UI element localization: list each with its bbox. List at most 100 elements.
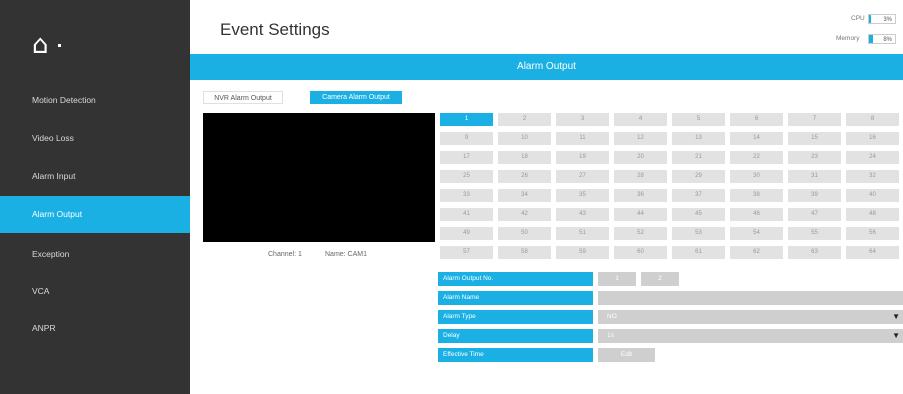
- channel-cell-22[interactable]: 22: [730, 151, 783, 164]
- delay-select[interactable]: 1s ▼: [598, 329, 903, 343]
- memory-value: 8%: [883, 37, 892, 43]
- sidebar: ⌂ Motion Detection Video Loss Alarm Inpu…: [0, 0, 190, 394]
- caret-down-icon: ▼: [892, 312, 900, 321]
- home-icon[interactable]: ⌂: [32, 30, 49, 60]
- sidebar-item-vca[interactable]: VCA: [0, 273, 190, 310]
- effective-time-label: Effective Time: [438, 348, 593, 362]
- channel-cell-35[interactable]: 35: [556, 189, 609, 202]
- alarm-output-no-label: Alarm Output No.: [438, 272, 593, 286]
- channel-cell-30[interactable]: 30: [730, 170, 783, 183]
- delay-label: Delay: [438, 329, 593, 343]
- channel-cell-48[interactable]: 48: [846, 208, 899, 221]
- channel-cell-37[interactable]: 37: [672, 189, 725, 202]
- channel-cell-23[interactable]: 23: [788, 151, 841, 164]
- channel-cell-16[interactable]: 16: [846, 132, 899, 145]
- channel-cell-6[interactable]: 6: [730, 113, 783, 126]
- channel-cell-24[interactable]: 24: [846, 151, 899, 164]
- channel-cell-32[interactable]: 32: [846, 170, 899, 183]
- cpu-usage-box: 3%: [868, 14, 896, 24]
- cpu-label: CPU: [851, 15, 865, 22]
- page-title: Event Settings: [220, 20, 330, 39]
- channel-cell-1[interactable]: 1: [440, 113, 493, 126]
- channel-cell-33[interactable]: 33: [440, 189, 493, 202]
- channel-cell-29[interactable]: 29: [672, 170, 725, 183]
- channel-cell-4[interactable]: 4: [614, 113, 667, 126]
- alarm-name-input[interactable]: [598, 291, 903, 305]
- edit-button[interactable]: Edit: [598, 348, 655, 362]
- alarm-type-select[interactable]: NO ▼: [598, 310, 903, 324]
- channel-cell-51[interactable]: 51: [556, 227, 609, 240]
- channel-cell-61[interactable]: 61: [672, 246, 725, 259]
- channel-cell-40[interactable]: 40: [846, 189, 899, 202]
- channel-cell-44[interactable]: 44: [614, 208, 667, 221]
- memory-usage-box: 8%: [868, 34, 896, 44]
- channel-cell-20[interactable]: 20: [614, 151, 667, 164]
- channel-cell-28[interactable]: 28: [614, 170, 667, 183]
- channel-cell-56[interactable]: 56: [846, 227, 899, 240]
- channel-cell-53[interactable]: 53: [672, 227, 725, 240]
- channel-cell-25[interactable]: 25: [440, 170, 493, 183]
- channel-cell-41[interactable]: 41: [440, 208, 493, 221]
- channel-cell-13[interactable]: 13: [672, 132, 725, 145]
- alarm-output-no-2-button[interactable]: 2: [641, 272, 679, 286]
- channel-cell-57[interactable]: 57: [440, 246, 493, 259]
- alarm-output-no-1-button[interactable]: 1: [598, 272, 636, 286]
- channel-cell-18[interactable]: 18: [498, 151, 551, 164]
- channel-cell-10[interactable]: 10: [498, 132, 551, 145]
- caret-down-icon: ▼: [892, 331, 900, 340]
- channel-cell-64[interactable]: 64: [846, 246, 899, 259]
- alarm-type-value: NO: [607, 313, 617, 320]
- channel-cell-54[interactable]: 54: [730, 227, 783, 240]
- channel-cell-5[interactable]: 5: [672, 113, 725, 126]
- channel-cell-34[interactable]: 34: [498, 189, 551, 202]
- channel-cell-59[interactable]: 59: [556, 246, 609, 259]
- channel-cell-31[interactable]: 31: [788, 170, 841, 183]
- channel-cell-60[interactable]: 60: [614, 246, 667, 259]
- channel-cell-19[interactable]: 19: [556, 151, 609, 164]
- delay-value: 1s: [607, 332, 614, 339]
- channel-cell-8[interactable]: 8: [846, 113, 899, 126]
- channel-cell-2[interactable]: 2: [498, 113, 551, 126]
- channel-cell-58[interactable]: 58: [498, 246, 551, 259]
- channel-cell-55[interactable]: 55: [788, 227, 841, 240]
- channel-cell-15[interactable]: 15: [788, 132, 841, 145]
- channel-cell-26[interactable]: 26: [498, 170, 551, 183]
- channel-cell-21[interactable]: 21: [672, 151, 725, 164]
- tab-camera-alarm-output[interactable]: Camera Alarm Output: [310, 91, 402, 104]
- channel-cell-39[interactable]: 39: [788, 189, 841, 202]
- channel-cell-62[interactable]: 62: [730, 246, 783, 259]
- channel-cell-43[interactable]: 43: [556, 208, 609, 221]
- sidebar-item-alarm-output[interactable]: Alarm Output: [0, 196, 190, 233]
- sidebar-item-video-loss[interactable]: Video Loss: [0, 120, 190, 157]
- memory-usage-bar: [869, 35, 873, 43]
- section-banner: Alarm Output: [190, 54, 903, 80]
- channel-cell-47[interactable]: 47: [788, 208, 841, 221]
- channel-cell-12[interactable]: 12: [614, 132, 667, 145]
- channel-cell-9[interactable]: 9: [440, 132, 493, 145]
- memory-label: Memory: [836, 35, 860, 42]
- channel-cell-52[interactable]: 52: [614, 227, 667, 240]
- sidebar-item-anpr[interactable]: ANPR: [0, 310, 190, 347]
- camera-name-label: Name: CAM1: [325, 251, 368, 258]
- channel-cell-11[interactable]: 11: [556, 132, 609, 145]
- channel-cell-17[interactable]: 17: [440, 151, 493, 164]
- channel-cell-42[interactable]: 42: [498, 208, 551, 221]
- channel-cell-38[interactable]: 38: [730, 189, 783, 202]
- alarm-name-label: Alarm Name: [438, 291, 593, 305]
- channel-cell-27[interactable]: 27: [556, 170, 609, 183]
- channel-cell-45[interactable]: 45: [672, 208, 725, 221]
- cpu-usage-bar: [869, 15, 871, 23]
- channel-cell-36[interactable]: 36: [614, 189, 667, 202]
- channel-cell-46[interactable]: 46: [730, 208, 783, 221]
- sidebar-item-motion-detection[interactable]: Motion Detection: [0, 82, 190, 119]
- channel-cell-49[interactable]: 49: [440, 227, 493, 240]
- sidebar-item-alarm-input[interactable]: Alarm Input: [0, 158, 190, 195]
- logo-dot: [58, 44, 61, 47]
- channel-cell-7[interactable]: 7: [788, 113, 841, 126]
- channel-cell-50[interactable]: 50: [498, 227, 551, 240]
- tab-nvr-alarm-output[interactable]: NVR Alarm Output: [203, 91, 283, 104]
- channel-cell-14[interactable]: 14: [730, 132, 783, 145]
- sidebar-item-exception[interactable]: Exception: [0, 236, 190, 273]
- channel-cell-63[interactable]: 63: [788, 246, 841, 259]
- channel-cell-3[interactable]: 3: [556, 113, 609, 126]
